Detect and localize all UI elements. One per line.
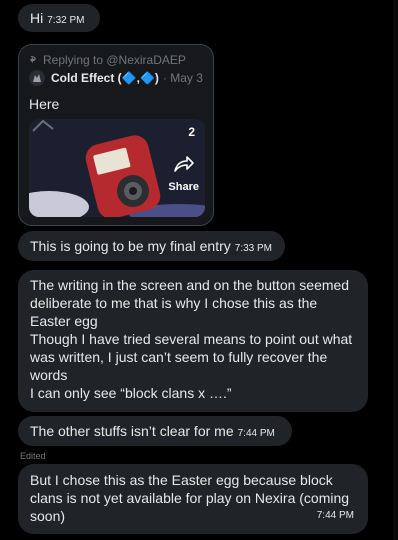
share-label: Share [168, 181, 199, 193]
replying-to-text: Replying to @NexiraDAEP [43, 53, 186, 67]
message-text: The other stuffs isn’t clear for me [30, 423, 234, 439]
message-time: 7:33 PM [234, 243, 273, 254]
message-line: deliberate to me that is why I chose thi… [30, 295, 318, 311]
message-time: 7:44 PM [316, 510, 354, 521]
media-thumbnail[interactable]: 2 Share [29, 119, 205, 217]
message-line: But I chose this as the Easter egg becau… [30, 472, 333, 488]
message-time: 7:32 PM [47, 15, 85, 26]
message-line: I can only see “block clans x ….” [30, 385, 232, 401]
message-line: The writing in the screen and on the but… [30, 277, 350, 293]
message-line: words [30, 367, 68, 383]
message-line: Easter egg [30, 313, 98, 329]
quoted-author[interactable]: Cold Effect (🔷,🔷) · May 3 [29, 70, 203, 86]
edited-label: Edited [20, 451, 46, 461]
message-block-clans[interactable]: But I chose this as the Easter egg becau… [18, 464, 368, 534]
scrollbar[interactable] [393, 0, 398, 540]
message-line: was written, I just can’t seem to fully … [30, 349, 328, 365]
message-line: soon) [30, 508, 66, 524]
author-name: Cold Effect (🔷,🔷) [51, 71, 159, 85]
message-text: This is going to be my final entry [30, 238, 231, 254]
post-date: · May 3 [162, 71, 203, 85]
message-time: 7:44 PM [237, 428, 275, 439]
message-writing-screen[interactable]: The writing in the screen and on the but… [18, 270, 368, 412]
message-other-stuffs[interactable]: The other stuffs isn’t clear for me 7:44 … [18, 416, 292, 446]
message-text: Hi [30, 10, 44, 26]
quoted-post-card[interactable]: Replying to @NexiraDAEP Cold Effect (🔷,🔷… [18, 44, 214, 226]
message-final-entry[interactable]: This is going to be my final entry 7:33 P… [18, 231, 285, 261]
avatar [29, 70, 45, 86]
share-icon[interactable] [173, 155, 195, 173]
replying-to: Replying to @NexiraDAEP [29, 53, 186, 67]
message-hi[interactable]: Hi 7:32 PM [18, 4, 100, 32]
media-count: 2 [188, 125, 195, 139]
reply-arrow-icon [30, 56, 36, 63]
message-line: Though I have tried several means to poi… [30, 331, 353, 347]
message-line: clans is not yet available for play on N… [30, 490, 350, 506]
quoted-text: Here [29, 96, 60, 112]
